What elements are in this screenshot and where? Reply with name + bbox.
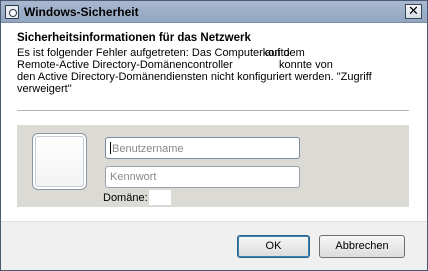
message-line: Es ist folgender Fehler aufgetreten: Das… [17, 47, 305, 59]
button-bar: OK Abbrechen [1, 221, 427, 270]
security-shield-icon [5, 5, 19, 19]
username-placeholder: Benutzername [112, 143, 184, 155]
domain-label: Domäne: [103, 192, 148, 204]
user-tile-icon [32, 133, 87, 190]
separator [17, 110, 409, 111]
message-line: Remote-Active Directory-Domänencontrolle… [17, 59, 333, 71]
security-dialog: Windows-Sicherheit ✕ Sicherheitsinformat… [0, 0, 428, 271]
ok-button[interactable]: OK [237, 235, 310, 258]
password-input[interactable]: Kennwort [105, 166, 300, 188]
password-placeholder: Kennwort [110, 171, 157, 183]
error-message: Es ist folgender Fehler aufgetreten: Das… [17, 47, 409, 95]
username-input[interactable]: Benutzername [105, 137, 300, 159]
domain-value [149, 190, 171, 205]
text-caret [110, 142, 111, 154]
window-title: Windows-Sicherheit [24, 5, 139, 19]
title-bar[interactable]: Windows-Sicherheit ✕ [1, 1, 427, 23]
credential-panel: Benutzername Kennwort Domäne: [17, 125, 409, 207]
message-line: den Active Directory-Domänendiensten nic… [17, 71, 372, 83]
message-line: verweigert" [17, 83, 72, 95]
dialog-heading: Sicherheitsinformationen für das Netzwer… [17, 32, 251, 44]
close-button[interactable]: ✕ [405, 4, 422, 19]
cancel-button[interactable]: Abbrechen [319, 235, 405, 258]
